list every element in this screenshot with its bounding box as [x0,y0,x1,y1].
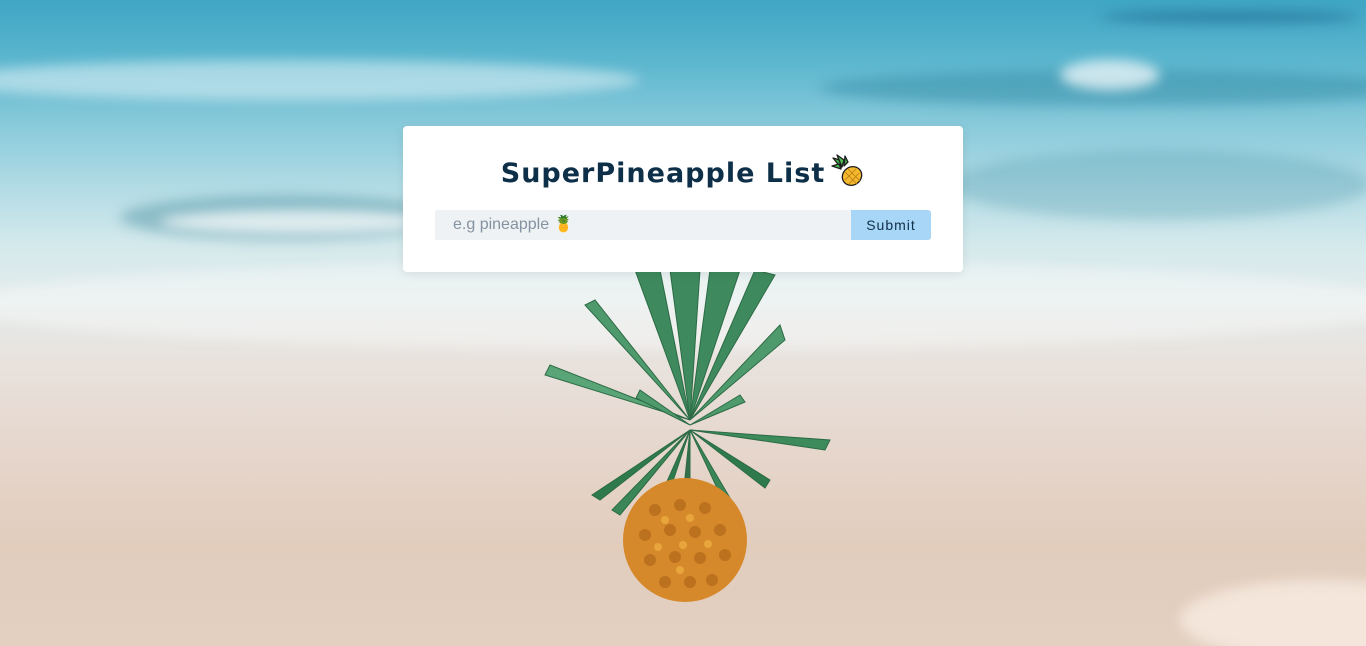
wave-foam [1060,60,1160,90]
wave-foam [0,60,640,100]
background-beach-image [0,0,1366,646]
submit-button[interactable]: Submit [851,210,931,240]
page-title-text: SuperPineapple List [500,158,826,189]
add-item-form: Submit [435,210,931,240]
wave-shadow [1100,10,1360,24]
page-title: SuperPineapple List [403,154,963,189]
pineapple-list-card: SuperPineapple List Submit [403,126,963,272]
pineapple-icon [831,154,863,186]
wave-foam [160,210,440,234]
wave-shadow [950,150,1366,220]
sand-patch [1180,580,1366,646]
item-input[interactable] [435,210,851,240]
pineapple-image [544,270,831,602]
